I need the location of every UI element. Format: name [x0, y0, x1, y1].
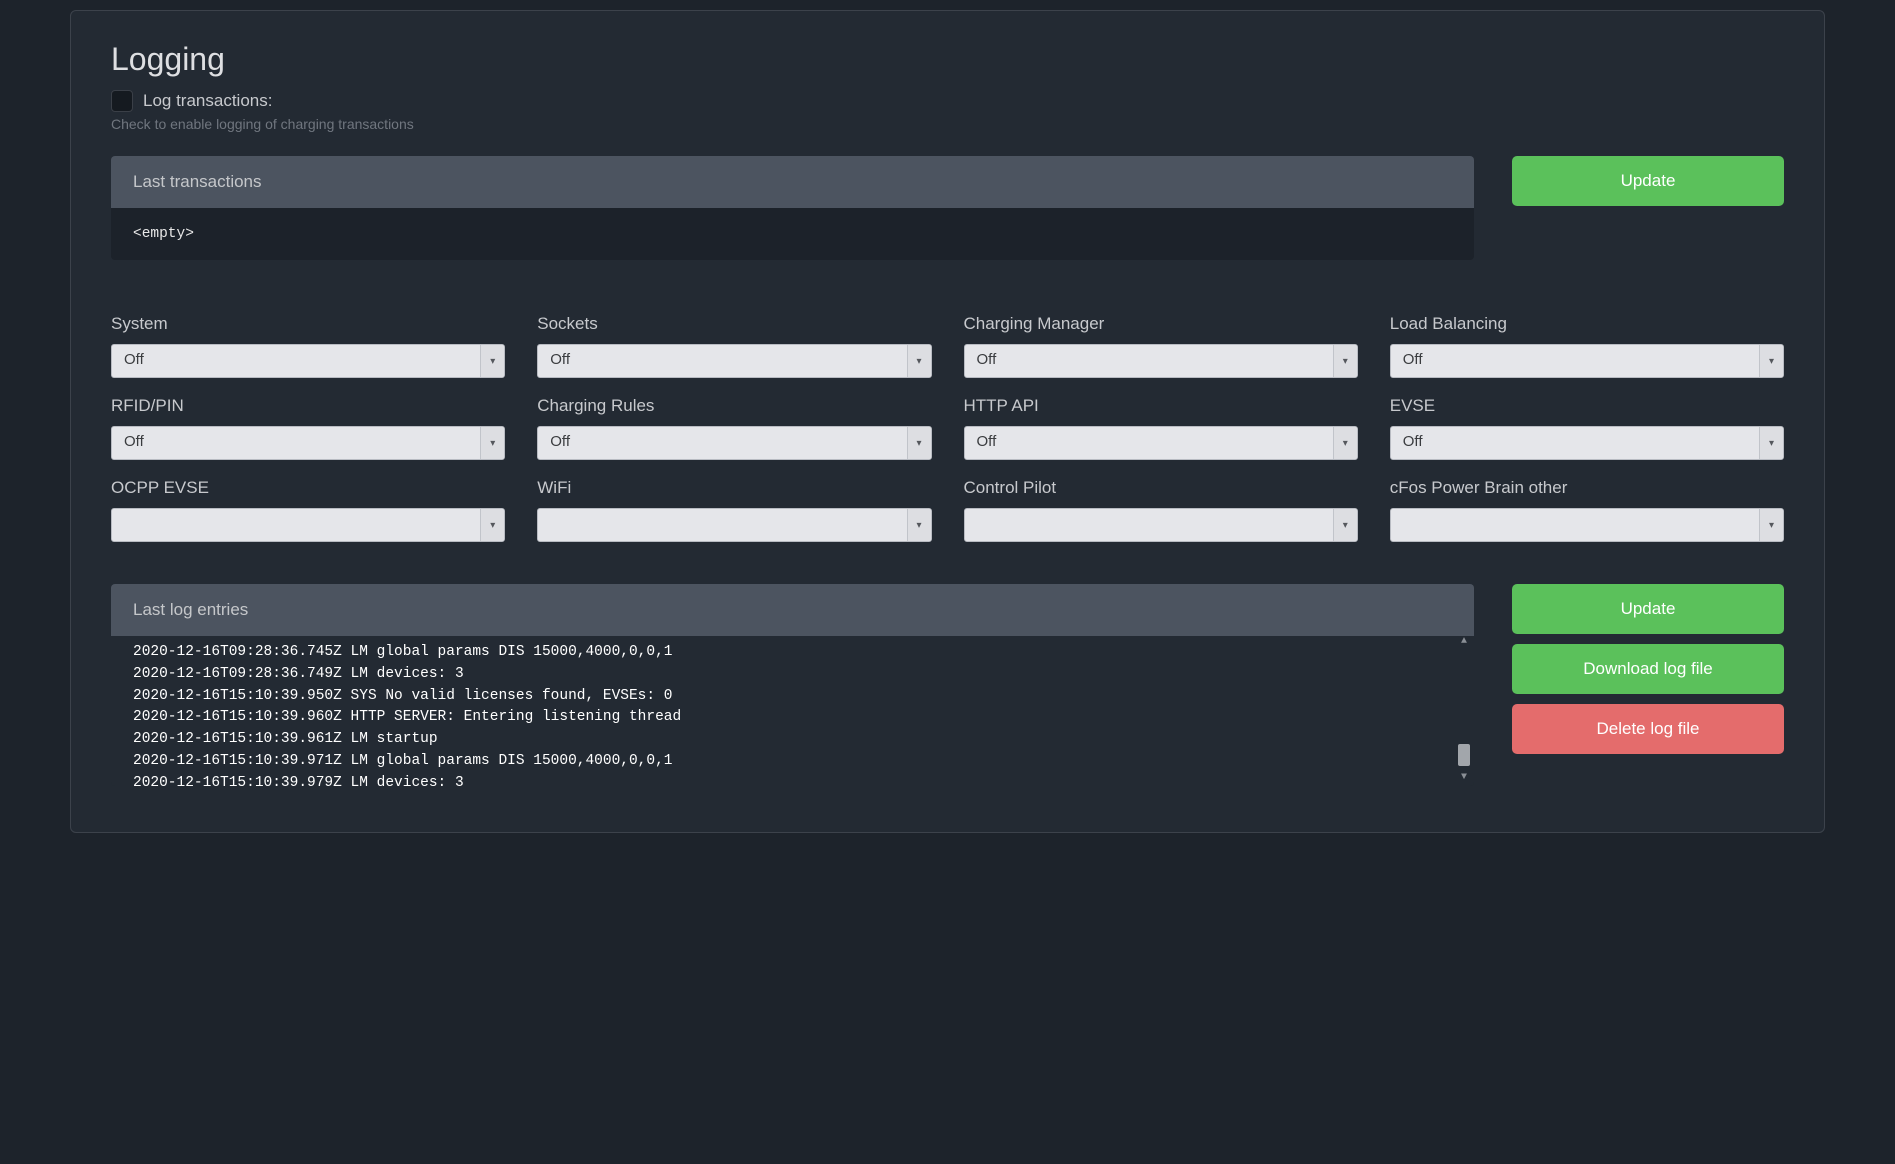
scroll-up-icon[interactable]: ▲ — [1456, 636, 1472, 650]
select-charging-rules[interactable]: Off▾ — [537, 426, 931, 460]
log-level-grid: SystemOff▾SocketsOff▾Charging ManagerOff… — [111, 314, 1784, 542]
select-value-rfid-pin: Off — [112, 427, 480, 459]
select-wifi[interactable]: ▾ — [537, 508, 931, 542]
log-scrollbar[interactable]: ▲ ▼ — [1456, 636, 1472, 786]
log-line: 2020-12-16T15:10:39.950Z SYS No valid li… — [133, 686, 1452, 708]
field-label-ocpp-evse: OCPP EVSE — [111, 478, 505, 498]
select-value-sockets: Off — [538, 345, 906, 377]
field-label-wifi: WiFi — [537, 478, 931, 498]
select-value-http-api: Off — [965, 427, 1333, 459]
chevron-down-icon[interactable]: ▾ — [480, 427, 504, 459]
log-line: 2020-12-16T15:10:39.961Z LM startup — [133, 729, 1452, 751]
select-value-charging-manager: Off — [965, 345, 1333, 377]
select-value-wifi — [538, 509, 906, 541]
select-value-charging-rules: Off — [538, 427, 906, 459]
field-label-sockets: Sockets — [537, 314, 931, 334]
delete-log-button[interactable]: Delete log file — [1512, 704, 1784, 754]
select-system[interactable]: Off▾ — [111, 344, 505, 378]
select-value-evse: Off — [1391, 427, 1759, 459]
chevron-down-icon[interactable]: ▾ — [907, 345, 931, 377]
select-ocpp-evse[interactable]: ▾ — [111, 508, 505, 542]
chevron-down-icon[interactable]: ▾ — [480, 509, 504, 541]
field-label-system: System — [111, 314, 505, 334]
chevron-down-icon[interactable]: ▾ — [1333, 427, 1357, 459]
field-control-pilot: Control Pilot ▾ — [964, 478, 1358, 542]
field-label-charging-manager: Charging Manager — [964, 314, 1358, 334]
field-http-api: HTTP API Off▾ — [964, 396, 1358, 460]
chevron-down-icon[interactable]: ▾ — [907, 509, 931, 541]
chevron-down-icon[interactable]: ▾ — [1333, 509, 1357, 541]
field-wifi: WiFi ▾ — [537, 478, 931, 542]
log-line: 2020-12-16T15:10:39.971Z LM global param… — [133, 751, 1452, 773]
last-transactions-header: Last transactions — [111, 156, 1474, 208]
last-transactions-body: <empty> — [111, 208, 1474, 260]
chevron-down-icon[interactable]: ▾ — [480, 345, 504, 377]
select-value-system: Off — [112, 345, 480, 377]
select-charging-manager[interactable]: Off▾ — [964, 344, 1358, 378]
select-cfos-other[interactable]: ▾ — [1390, 508, 1784, 542]
field-system: System Off▾ — [111, 314, 505, 378]
select-evse[interactable]: Off▾ — [1390, 426, 1784, 460]
update-transactions-button[interactable]: Update — [1512, 156, 1784, 206]
log-line: 2020-12-16T15:10:39.960Z HTTP SERVER: En… — [133, 707, 1452, 729]
update-log-button[interactable]: Update — [1512, 584, 1784, 634]
log-transactions-row: Log transactions: — [111, 90, 1784, 112]
chevron-down-icon[interactable]: ▾ — [1333, 345, 1357, 377]
log-transactions-label: Log transactions: — [143, 91, 272, 111]
page-title: Logging — [111, 41, 1784, 78]
scroll-down-icon[interactable]: ▼ — [1456, 772, 1472, 786]
field-cfos-other: cFos Power Brain other ▾ — [1390, 478, 1784, 542]
log-transactions-helper: Check to enable logging of charging tran… — [111, 116, 1784, 132]
select-rfid-pin[interactable]: Off▾ — [111, 426, 505, 460]
field-load-balancing: Load Balancing Off▾ — [1390, 314, 1784, 378]
chevron-down-icon[interactable]: ▾ — [907, 427, 931, 459]
scroll-thumb[interactable] — [1458, 744, 1470, 766]
field-label-control-pilot: Control Pilot — [964, 478, 1358, 498]
field-label-charging-rules: Charging Rules — [537, 396, 931, 416]
select-value-load-balancing: Off — [1391, 345, 1759, 377]
field-label-rfid-pin: RFID/PIN — [111, 396, 505, 416]
last-log-body[interactable]: 2020-12-16T09:28:36.745Z LM global param… — [111, 636, 1474, 786]
field-label-http-api: HTTP API — [964, 396, 1358, 416]
log-line: 2020-12-16T09:28:36.745Z LM global param… — [133, 642, 1452, 664]
field-charging-rules: Charging Rules Off▾ — [537, 396, 931, 460]
chevron-down-icon[interactable]: ▾ — [1759, 427, 1783, 459]
last-log-header: Last log entries — [111, 584, 1474, 636]
field-charging-manager: Charging Manager Off▾ — [964, 314, 1358, 378]
field-evse: EVSE Off▾ — [1390, 396, 1784, 460]
select-load-balancing[interactable]: Off▾ — [1390, 344, 1784, 378]
select-control-pilot[interactable]: ▾ — [964, 508, 1358, 542]
select-http-api[interactable]: Off▾ — [964, 426, 1358, 460]
field-ocpp-evse: OCPP EVSE ▾ — [111, 478, 505, 542]
field-rfid-pin: RFID/PIN Off▾ — [111, 396, 505, 460]
chevron-down-icon[interactable]: ▾ — [1759, 345, 1783, 377]
select-sockets[interactable]: Off▾ — [537, 344, 931, 378]
select-value-cfos-other — [1391, 509, 1759, 541]
log-line: 2020-12-16T15:10:39.979Z LM devices: 3 — [133, 773, 1452, 787]
log-transactions-checkbox[interactable] — [111, 90, 133, 112]
field-label-load-balancing: Load Balancing — [1390, 314, 1784, 334]
select-value-control-pilot — [965, 509, 1333, 541]
field-label-cfos-other: cFos Power Brain other — [1390, 478, 1784, 498]
download-log-button[interactable]: Download log file — [1512, 644, 1784, 694]
log-line: 2020-12-16T09:28:36.749Z LM devices: 3 — [133, 664, 1452, 686]
field-sockets: Sockets Off▾ — [537, 314, 931, 378]
field-label-evse: EVSE — [1390, 396, 1784, 416]
chevron-down-icon[interactable]: ▾ — [1759, 509, 1783, 541]
select-value-ocpp-evse — [112, 509, 480, 541]
logging-panel: Logging Log transactions: Check to enabl… — [70, 10, 1825, 833]
